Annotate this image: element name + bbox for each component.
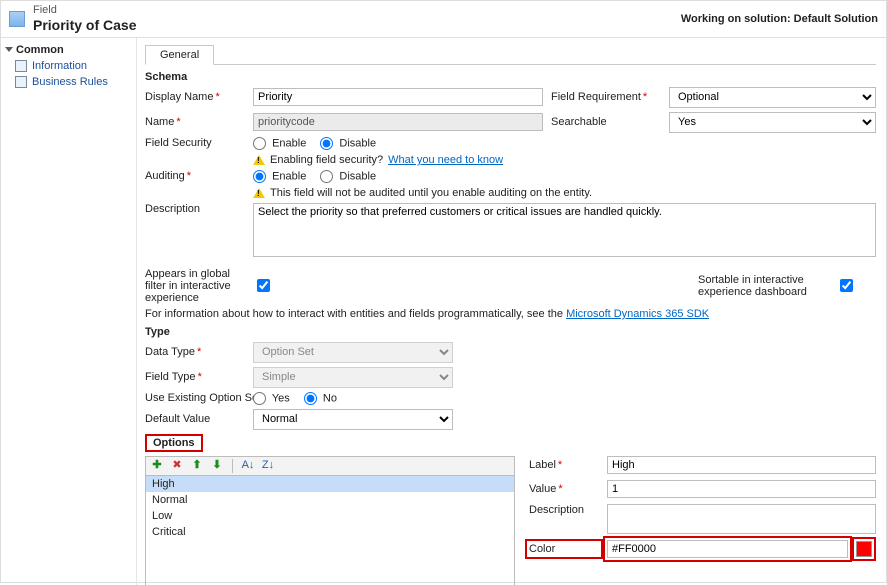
- options-panel: ✚ ✖ ⬆ ⬇ A↓ Z↓ HighNormalLowCritical: [145, 456, 515, 585]
- label-use-existing: Use Existing Option Set: [145, 392, 245, 404]
- label-data-type: Data Type*: [145, 346, 245, 358]
- audit-info-text: This field will not be audited until you…: [270, 187, 592, 199]
- sidebar-item-business-rules[interactable]: Business Rules: [1, 74, 136, 90]
- label-option-value: Value*: [529, 483, 599, 495]
- auditing-enable[interactable]: Enable: [253, 170, 306, 183]
- sortable-checkbox[interactable]: [840, 279, 853, 292]
- label-option-label: Label*: [529, 459, 599, 471]
- field-security-disable[interactable]: Disable: [320, 137, 376, 150]
- warning-icon: [253, 155, 265, 165]
- sdk-info: For information about how to interact wi…: [145, 308, 876, 320]
- tab-bar: General: [145, 44, 876, 65]
- data-type-select: Option Set: [253, 342, 453, 363]
- label-field-type: Field Type*: [145, 371, 245, 383]
- label-sortable: Sortable in interactive experience dashb…: [698, 274, 828, 298]
- description-textarea[interactable]: [253, 203, 876, 257]
- use-existing-yes[interactable]: Yes: [253, 392, 290, 405]
- header: Field Priority of Case Working on soluti…: [1, 1, 886, 38]
- page-title: Priority of Case: [33, 17, 681, 34]
- sidebar-group-common[interactable]: Common: [1, 42, 136, 58]
- label-auditing: Auditing*: [145, 170, 245, 182]
- field-type-select: Simple: [253, 367, 453, 388]
- option-label-input[interactable]: [607, 456, 876, 474]
- label-searchable: Searchable: [551, 116, 661, 128]
- options-list[interactable]: HighNormalLowCritical: [145, 475, 515, 585]
- fs-info-link[interactable]: What you need to know: [388, 154, 503, 166]
- section-schema: Schema: [145, 71, 876, 83]
- info-icon: [15, 60, 27, 72]
- label-option-color: Color: [529, 543, 599, 555]
- fs-info-text: Enabling field security?: [270, 154, 383, 166]
- sidebar-item-label: Information: [32, 60, 87, 72]
- entity-icon: [9, 11, 25, 27]
- option-item[interactable]: High: [146, 476, 514, 492]
- sidebar-item-label: Business Rules: [32, 76, 108, 88]
- use-existing-no[interactable]: No: [304, 392, 337, 405]
- main: General Schema Display Name* Field Requi…: [137, 38, 886, 585]
- header-text: Field Priority of Case: [33, 4, 681, 34]
- option-move-up-button[interactable]: ⬆: [190, 459, 204, 473]
- sdk-link[interactable]: Microsoft Dynamics 365 SDK: [566, 308, 709, 320]
- option-move-down-button[interactable]: ⬇: [210, 459, 224, 473]
- option-description-textarea[interactable]: [607, 504, 876, 534]
- options-toolbar: ✚ ✖ ⬆ ⬇ A↓ Z↓: [145, 456, 515, 475]
- label-description: Description: [145, 203, 245, 215]
- label-display-name: Display Name*: [145, 91, 245, 103]
- label-default-value: Default Value: [145, 413, 245, 425]
- breadcrumb: Field: [33, 4, 681, 17]
- name-input: [253, 113, 543, 131]
- label-field-security: Field Security: [145, 137, 245, 149]
- default-value-select[interactable]: Normal: [253, 409, 453, 430]
- warning-icon: [253, 188, 265, 198]
- section-type: Type: [145, 326, 876, 338]
- option-sort-desc-button[interactable]: Z↓: [261, 459, 275, 473]
- display-name-input[interactable]: [253, 88, 543, 106]
- label-name: Name*: [145, 116, 245, 128]
- option-color-swatch[interactable]: [856, 541, 872, 557]
- chevron-down-icon: [5, 47, 13, 52]
- separator: [232, 459, 233, 473]
- searchable-select[interactable]: Yes: [669, 112, 876, 133]
- auditing-disable[interactable]: Disable: [320, 170, 376, 183]
- field-requirement-select[interactable]: Optional: [669, 87, 876, 108]
- label-field-requirement: Field Requirement*: [551, 91, 661, 103]
- label-global-filter: Appears in global filter in interactive …: [145, 268, 245, 304]
- label-option-description: Description: [529, 504, 599, 516]
- sidebar-item-information[interactable]: Information: [1, 58, 136, 74]
- field-security-enable[interactable]: Enable: [253, 137, 306, 150]
- option-delete-button[interactable]: ✖: [170, 459, 184, 473]
- option-item[interactable]: Critical: [146, 524, 514, 540]
- option-add-button[interactable]: ✚: [150, 459, 164, 473]
- option-item[interactable]: Low: [146, 508, 514, 524]
- sidebar: Common Information Business Rules: [1, 38, 137, 585]
- rules-icon: [15, 76, 27, 88]
- section-options: Options: [145, 434, 203, 452]
- global-filter-checkbox[interactable]: [257, 279, 270, 292]
- option-value-input[interactable]: [607, 480, 876, 498]
- option-details: Label* Value* Description Color: [529, 456, 876, 585]
- option-color-input[interactable]: [607, 540, 848, 558]
- sidebar-group-label: Common: [16, 44, 64, 56]
- solution-label: Working on solution: Default Solution: [681, 13, 878, 25]
- option-sort-asc-button[interactable]: A↓: [241, 459, 255, 473]
- option-item[interactable]: Normal: [146, 492, 514, 508]
- tab-general[interactable]: General: [145, 45, 214, 65]
